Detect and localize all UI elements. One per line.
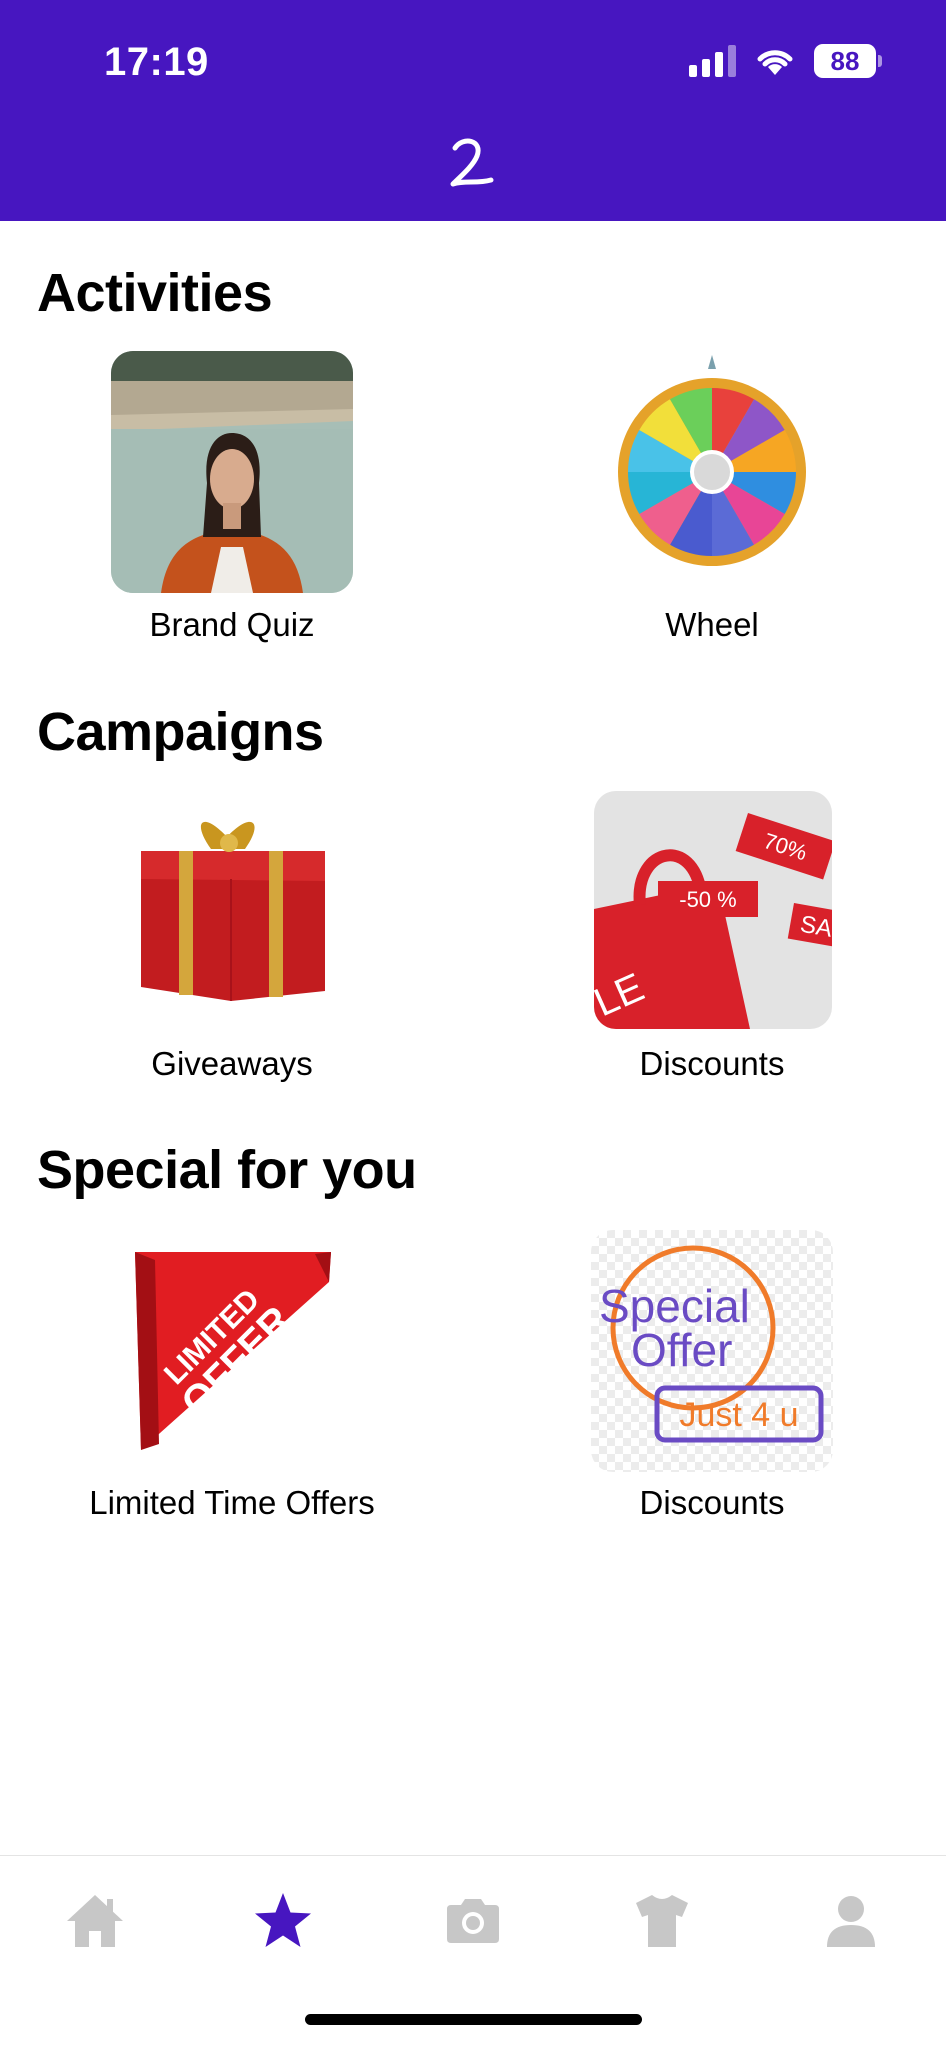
brand-quiz-label[interactable]: Brand Quiz [22,606,442,644]
gift-box-icon [111,791,353,1033]
limited-time-offers-label[interactable]: Limited Time Offers [22,1484,442,1522]
wheel-tile[interactable] [591,351,833,593]
battery-level: 88 [814,44,876,78]
stamp-just4u-text: Just 4 u [679,1396,798,1434]
section-title-activities: Activities [37,263,273,323]
limited-offer-ribbon: LIMITED OFFER [111,1230,353,1472]
campaign-discounts-tile[interactable]: 70% -50 % SA LE [594,791,832,1029]
app-logo-icon [443,134,503,199]
app-header: 17:19 88 [0,0,946,221]
cellular-signal-icon [689,45,736,77]
tag-50: -50 % [679,887,736,912]
tag-sa: SA [798,911,832,943]
section-title-campaigns: Campaigns [37,702,324,762]
brand-quiz-photo [111,351,353,593]
nav-favorites[interactable] [248,1886,318,1956]
nav-clothing[interactable] [627,1886,697,1956]
special-discounts-tile[interactable]: Special Offer Just 4 u [591,1230,833,1472]
status-time: 17:19 [104,40,209,84]
battery-icon: 88 [814,44,882,78]
stamp-offer-text: Offer [631,1324,732,1376]
star-icon [255,1893,311,1947]
home-indicator[interactable] [305,2014,642,2025]
home-icon [67,1895,123,1947]
wifi-icon [754,45,796,77]
giveaways-label[interactable]: Giveaways [22,1045,442,1083]
campaign-discounts-label[interactable]: Discounts [502,1045,922,1083]
special-offer-stamp: Special Offer Just 4 u [591,1230,833,1472]
wheel-label[interactable]: Wheel [502,606,922,644]
section-title-special-for-you: Special for you [37,1140,417,1200]
prize-wheel-icon [591,351,833,593]
status-indicators: 88 [689,44,882,78]
special-discounts-label[interactable]: Discounts [502,1484,922,1522]
limited-time-offers-tile[interactable]: LIMITED OFFER [111,1230,353,1472]
sale-bag-photo: 70% -50 % SA LE [594,791,832,1029]
person-icon [827,1896,875,1947]
camera-icon [447,1899,499,1943]
nav-camera[interactable] [438,1886,508,1956]
brand-quiz-tile[interactable] [111,351,353,593]
nav-profile[interactable] [816,1886,886,1956]
nav-home[interactable] [60,1886,130,1956]
giveaways-tile[interactable] [111,791,353,1033]
shirt-icon [636,1895,688,1947]
